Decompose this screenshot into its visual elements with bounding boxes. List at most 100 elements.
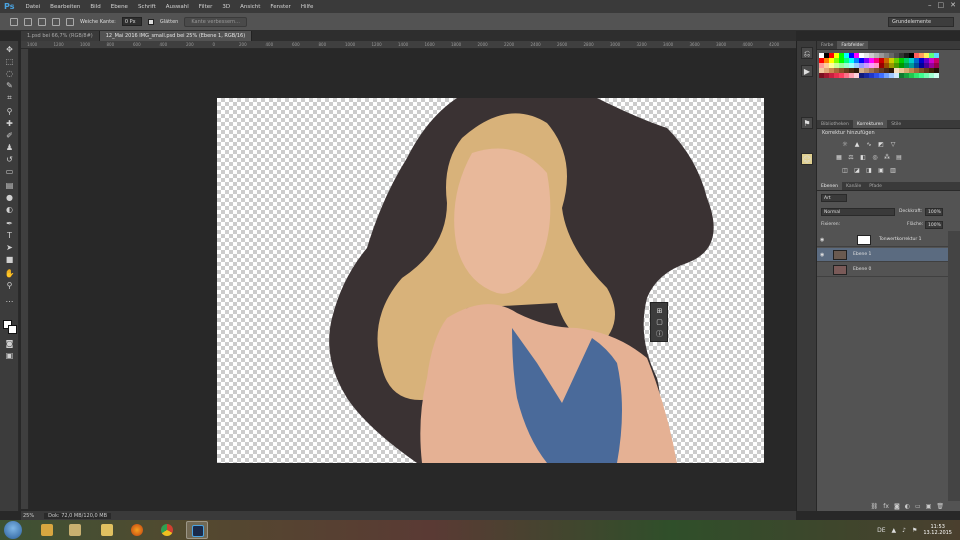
quick-selection-tool-icon[interactable]: ✎ — [4, 81, 15, 91]
marquee-tool-icon[interactable]: ⬚ — [4, 57, 15, 67]
type-tool-icon[interactable]: T — [4, 231, 15, 241]
menu-fenster[interactable]: Fenster — [265, 4, 295, 10]
blur-tool-icon[interactable]: ● — [4, 193, 15, 203]
menu-ansicht[interactable]: Ansicht — [235, 4, 265, 10]
frame-icon[interactable]: ▢ — [655, 318, 664, 327]
close-button[interactable]: ✕ — [950, 1, 956, 9]
screen-mode-icon[interactable]: ▣ — [4, 351, 15, 361]
intersect-selection-icon[interactable] — [66, 17, 74, 26]
more-tools-icon[interactable]: … — [4, 295, 15, 305]
tab-bibliotheken[interactable]: Bibliotheken — [817, 120, 853, 128]
lasso-tool-icon[interactable]: ◌ — [4, 69, 15, 79]
menu-3d[interactable]: 3D — [217, 4, 235, 10]
layer-row-ebene-0[interactable]: Ebene 0 — [817, 263, 948, 277]
start-button[interactable] — [4, 521, 22, 539]
language-indicator[interactable]: DE — [877, 527, 885, 534]
document-canvas[interactable] — [217, 98, 764, 463]
invert-icon[interactable]: ◫ — [841, 167, 849, 175]
pen-tool-icon[interactable]: ✒ — [4, 219, 15, 229]
antialias-checkbox[interactable] — [147, 18, 154, 25]
vibrance-icon[interactable]: ▽ — [889, 141, 897, 149]
menu-auswahl[interactable]: Auswahl — [161, 4, 194, 10]
feather-input[interactable]: 0 Px — [121, 17, 142, 26]
rectangle-tool-icon[interactable]: ■ — [4, 255, 15, 265]
levels-icon[interactable]: ▲ — [853, 141, 861, 149]
tab-pfade[interactable]: Pfade — [865, 182, 886, 190]
add-selection-icon[interactable] — [38, 17, 46, 26]
zoom-level[interactable]: 25% — [23, 513, 34, 519]
info-icon[interactable]: ⓘ — [655, 330, 664, 339]
exposure-icon[interactable]: ◩ — [877, 141, 885, 149]
gradient-map-icon[interactable]: ▥ — [889, 167, 897, 175]
volume-icon[interactable]: ♪ — [902, 527, 906, 534]
menu-schrift[interactable]: Schrift — [133, 4, 161, 10]
hue-saturation-icon[interactable]: ▦ — [835, 154, 843, 162]
minimize-button[interactable]: – — [928, 1, 932, 9]
photo-filter-icon[interactable]: ◎ — [871, 154, 879, 162]
gradient-tool-icon[interactable]: ▤ — [4, 181, 15, 191]
dodge-tool-icon[interactable]: ◐ — [4, 205, 15, 215]
layer-row-adjustment[interactable]: ◉ Tonwertkorrektur 1 — [817, 233, 948, 247]
tab-stile[interactable]: Stile — [887, 120, 905, 128]
panels-scrollbar[interactable] — [948, 231, 960, 501]
brush-tool-icon[interactable]: ✐ — [4, 131, 15, 141]
lasso-tool-preset-icon[interactable] — [10, 17, 18, 26]
actions-panel-icon[interactable]: ▶ — [801, 65, 813, 77]
clock[interactable]: 11:53 13.12.2015 — [923, 524, 952, 536]
hand-tool-icon[interactable]: ✋ — [4, 269, 15, 279]
link-layers-icon[interactable]: ⛓ — [871, 503, 879, 510]
maximize-button[interactable]: □ — [938, 1, 945, 9]
taskbar-firefox[interactable] — [126, 521, 148, 539]
tab-ebenen[interactable]: Ebenen — [817, 182, 842, 190]
flag-icon[interactable]: ⚑ — [912, 527, 917, 534]
visibility-eye-icon[interactable]: ◉ — [820, 252, 824, 258]
tab-farbfelder[interactable]: Farbfelder — [837, 41, 869, 49]
ruler-horizontal[interactable]: 1400 1200 1000 800 600 400 200 0 200 400 600 800 100… — [21, 41, 796, 49]
eyedropper-tool-icon[interactable]: ⚲ — [4, 107, 15, 117]
new-group-icon[interactable]: ▭ — [915, 503, 921, 510]
tab-kanaele[interactable]: Kanäle — [842, 182, 865, 190]
history-brush-tool-icon[interactable]: ↺ — [4, 155, 15, 165]
fill-input[interactable]: 100% — [925, 221, 943, 229]
color-swatch[interactable] — [934, 73, 939, 78]
network-icon[interactable]: ▲ — [892, 527, 897, 534]
clone-stamp-tool-icon[interactable]: ♟ — [4, 143, 15, 153]
menu-ebene[interactable]: Ebene — [106, 4, 133, 10]
menu-bearbeiten[interactable]: Bearbeiten — [45, 4, 85, 10]
crop-tool-icon[interactable]: ⌗ — [4, 93, 15, 103]
doc-tab-1[interactable]: 1.psd bei 66,7% (RGB/8#) — [21, 31, 100, 41]
curves-icon[interactable]: ∿ — [865, 141, 873, 149]
workspace-select[interactable]: Grundelemente — [888, 17, 954, 27]
new-adjustment-icon[interactable]: ◐ — [905, 503, 910, 510]
refine-edge-button[interactable]: Kante verbessern... — [184, 16, 247, 27]
layer-row-ebene-1[interactable]: ◉ Ebene 1 — [817, 248, 948, 262]
tab-korrekturen[interactable]: Korrekturen — [852, 120, 888, 128]
menu-filter[interactable]: Filter — [194, 4, 218, 10]
subtract-selection-icon[interactable] — [52, 17, 60, 26]
quick-mask-icon[interactable]: ◙ — [4, 339, 15, 349]
background-color-swatch[interactable] — [8, 325, 17, 334]
threshold-icon[interactable]: ◨ — [865, 167, 873, 175]
taskbar-library[interactable] — [64, 521, 86, 539]
taskbar-chrome[interactable] — [156, 521, 178, 539]
move-tool-icon[interactable]: ✥ — [4, 45, 15, 55]
selective-color-icon[interactable]: ▣ — [877, 167, 885, 175]
doc-tab-2[interactable]: 12_Mai 2016 IMG_small.psd bei 25% (Ebene… — [99, 31, 253, 41]
history-panel-icon[interactable]: ⎌ — [801, 47, 813, 59]
new-selection-icon[interactable] — [24, 17, 32, 26]
eraser-tool-icon[interactable]: ▭ — [4, 167, 15, 177]
layer-kind-filter[interactable]: Art — [821, 194, 847, 202]
tab-farbe[interactable]: Farbe — [817, 41, 837, 49]
ruler-vertical[interactable] — [21, 49, 29, 509]
visibility-eye-icon[interactable]: ◉ — [820, 237, 824, 243]
taskbar-photoshop[interactable] — [186, 521, 208, 539]
color-lookup-icon[interactable]: ▤ — [895, 154, 903, 162]
menu-bild[interactable]: Bild — [85, 4, 105, 10]
taskbar-files[interactable] — [96, 521, 118, 539]
options-grid-icon[interactable]: ⊞ — [655, 307, 664, 316]
posterize-icon[interactable]: ◪ — [853, 167, 861, 175]
menu-hilfe[interactable]: Hilfe — [296, 4, 319, 10]
path-selection-tool-icon[interactable]: ➤ — [4, 243, 15, 253]
blend-mode-select[interactable]: Normal — [821, 208, 895, 216]
taskbar-explorer[interactable] — [36, 521, 58, 539]
